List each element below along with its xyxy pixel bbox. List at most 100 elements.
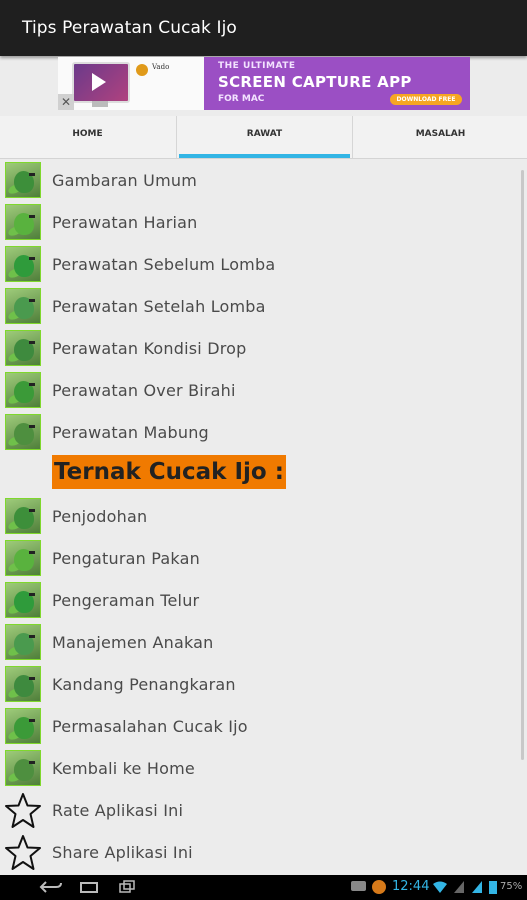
star-icon [5,835,41,870]
menu-item-label: Perawatan Kondisi Drop [52,339,247,358]
menu-list: Gambaran Umum Perawatan Harian Perawatan S… [0,160,527,874]
menu-item[interactable]: Perawatan Over Birahi [0,370,527,412]
menu-item[interactable]: Pengeraman Telur [0,580,527,622]
bird-thumbnail-icon [5,708,41,744]
menu-item-label: Pengeraman Telur [52,591,200,610]
menu-item[interactable]: Perawatan Harian [0,202,527,244]
tab-home[interactable]: HOME [0,116,175,158]
ad-banner[interactable]: Vado THE ULTIMATE SCREEN CAPTURE APP FOR… [58,57,470,110]
ad-line-3: FOR MAC [218,94,265,104]
bird-thumbnail-icon [5,582,41,618]
menu-item[interactable]: Rate Aplikasi Ini [0,790,527,832]
bird-thumbnail-icon [5,330,41,366]
app-title: Tips Perawatan Cucak Ijo [22,18,237,38]
bird-thumbnail-icon [5,162,41,198]
beak-shape [29,509,35,512]
menu-item-label: Share Aplikasi Ini [52,843,193,862]
back-icon[interactable] [38,879,64,895]
battery-percent: 75% [500,881,523,892]
menu-item-label: Penjodohan [52,507,148,526]
no-signal-icon [454,881,464,893]
scrollbar[interactable] [521,170,524,760]
menu-item[interactable]: Gambaran Umum [0,160,527,202]
beak-shape [29,257,35,260]
beak-shape [29,635,35,638]
bird-thumbnail-icon [5,204,41,240]
menu-item[interactable]: Perawatan Setelah Lomba [0,286,527,328]
beak-shape [29,341,35,344]
menu-item-label: Perawatan Over Birahi [52,381,236,400]
tab-rawat[interactable]: RAWAT [176,116,352,158]
menu-item[interactable]: Permasalahan Cucak Ijo [0,706,527,748]
menu-item[interactable]: Share Aplikasi Ini [0,832,527,874]
menu-item[interactable]: Kandang Penangkaran [0,664,527,706]
menu-item[interactable]: Perawatan Kondisi Drop [0,328,527,370]
beak-shape [29,299,35,302]
ad-cta-button[interactable]: DOWNLOAD FREE [390,94,462,105]
beak-shape [29,383,35,386]
section-header: Ternak Cucak Ijo : [52,455,286,489]
chat-notification-icon [351,881,366,891]
beak-shape [29,173,35,176]
bird-thumbnail-icon [5,288,41,324]
wifi-icon [433,881,447,893]
bird-thumbnail-icon [5,750,41,786]
menu-item[interactable]: Perawatan Mabung [0,412,527,454]
section-header-row: Ternak Cucak Ijo : [0,454,527,496]
ad-line-1: THE ULTIMATE [218,61,296,71]
brand-logo-icon [136,64,148,76]
recents-icon[interactable] [116,879,138,895]
bird-thumbnail-icon [5,540,41,576]
menu-item-label: Manajemen Anakan [52,633,214,652]
beak-shape [29,761,35,764]
ad-brand: Vado [152,63,170,71]
tab-masalah[interactable]: MASALAH [352,116,527,158]
menu-item-label: Permasalahan Cucak Ijo [52,717,248,736]
tab-bar: HOME RAWAT MASALAH [0,116,527,159]
system-nav-bar: 12:44 75% [0,875,527,900]
menu-item[interactable]: Manajemen Anakan [0,622,527,664]
home-icon[interactable] [78,879,100,895]
bird-thumbnail-icon [5,624,41,660]
beak-shape [29,677,35,680]
ad-close-icon[interactable]: ✕ [58,94,74,110]
menu-item[interactable]: Pengaturan Pakan [0,538,527,580]
tab-selected-indicator [179,154,350,158]
beak-shape [29,719,35,722]
app-notification-icon [372,880,386,894]
bird-thumbnail-icon [5,246,41,282]
bird-thumbnail-icon [5,666,41,702]
ad-line-2: SCREEN CAPTURE APP [218,73,412,91]
tab-rawat-label: RAWAT [246,129,283,139]
battery-icon [489,881,497,894]
beak-shape [29,593,35,596]
bird-thumbnail-icon [5,372,41,408]
tab-masalah-label: MASALAH [415,129,466,139]
monitor-icon [72,62,130,103]
menu-item-label: Rate Aplikasi Ini [52,801,184,820]
menu-item[interactable]: Perawatan Sebelum Lomba [0,244,527,286]
beak-shape [29,425,35,428]
menu-item-label: Perawatan Sebelum Lomba [52,255,276,274]
bird-thumbnail-icon [5,498,41,534]
menu-item-label: Gambaran Umum [52,171,197,190]
menu-item[interactable]: Kembali ke Home [0,748,527,790]
ad-image-panel: Vado [58,57,204,110]
menu-item-label: Kandang Penangkaran [52,675,236,694]
menu-item[interactable]: Penjodohan [0,496,527,538]
menu-item-label: Kembali ke Home [52,759,195,778]
monitor-stand [92,101,108,107]
action-bar: Tips Perawatan Cucak Ijo [0,0,527,56]
tab-home-label: HOME [72,129,103,139]
signal-icon [472,881,482,893]
beak-shape [29,215,35,218]
star-icon [5,793,41,828]
menu-item-label: Pengaturan Pakan [52,549,200,568]
bird-thumbnail-icon [5,414,41,450]
menu-item-label: Perawatan Setelah Lomba [52,297,266,316]
ad-text-panel: THE ULTIMATE SCREEN CAPTURE APP FOR MAC … [204,57,470,110]
beak-shape [29,551,35,554]
status-time: 12:44 [392,879,430,894]
menu-item-label: Perawatan Harian [52,213,198,232]
menu-item-label: Perawatan Mabung [52,423,209,442]
